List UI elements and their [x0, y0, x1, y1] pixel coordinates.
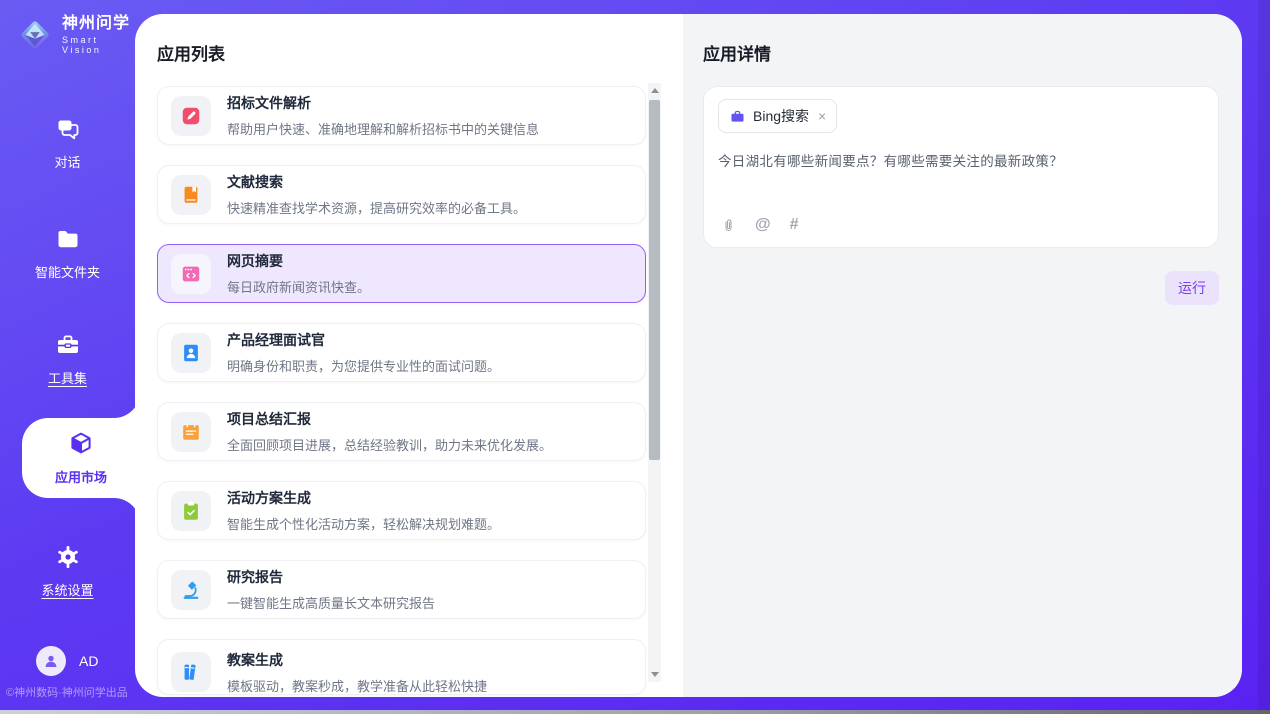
app-name: 研究报告 — [227, 567, 435, 587]
app-description: 帮助用户快速、准确地理解和解析招标书中的关键信息 — [227, 119, 539, 138]
app-icon-tile — [171, 175, 211, 215]
avatar — [36, 646, 66, 676]
app-description: 快速精准查找学术资源，提高研究效率的必备工具。 — [227, 198, 526, 217]
app-list-title: 应用列表 — [157, 40, 683, 65]
sidebar-item-label: 智能文件夹 — [35, 262, 100, 281]
window-right-edge — [1258, 0, 1270, 710]
sidebar-item-settings[interactable]: 系统设置 — [0, 532, 135, 610]
sidebar-item-label: 系统设置 — [41, 580, 93, 599]
clipboard-check-icon — [180, 500, 202, 522]
brand-text: 神州问学 Smart Vision — [62, 15, 135, 55]
app-detail-title: 应用详情 — [703, 40, 1219, 65]
app-card-webpage-summary[interactable]: 网页摘要 每日政府新闻资讯快查。 — [157, 244, 646, 303]
interviewer-icon — [180, 342, 202, 364]
main-content: 应用列表 招标文件解析 帮助用户快速、准确地理解和解析招标书中的关键信息 — [135, 14, 1242, 697]
app-name: 文献搜索 — [227, 172, 526, 192]
app-list-scrollbar[interactable] — [648, 83, 661, 682]
app-description: 每日政府新闻资讯快查。 — [227, 277, 370, 296]
tool-chip-bing-search[interactable]: Bing搜索 × — [718, 99, 837, 133]
app-name: 产品经理面试官 — [227, 330, 500, 350]
sidebar-item-app-market[interactable]: 应用市场 — [22, 418, 140, 498]
app-icon-tile — [171, 412, 211, 452]
window-bottom-edge — [0, 710, 1270, 714]
app-description: 全面回顾项目进展，总结经验教训，助力未来优化发展。 — [227, 435, 552, 454]
app-icon-tile — [171, 96, 211, 136]
app-name: 招标文件解析 — [227, 93, 539, 113]
cube-icon — [67, 430, 95, 458]
gear-icon — [54, 543, 82, 571]
triangle-up-icon — [651, 88, 659, 93]
sidebar-item-toolset[interactable]: 工具集 — [0, 320, 135, 398]
prompt-input-card[interactable]: Bing搜索 × 今日湖北有哪些新闻要点？有哪些需要关注的最新政策？ @ # — [703, 86, 1219, 248]
microscope-icon — [180, 579, 202, 601]
app-card-lesson-plan[interactable]: 教案生成 模板驱动，教案秒成，教学准备从此轻松快捷 — [157, 639, 646, 695]
book-icon — [180, 184, 202, 206]
sidebar: 神州问学 Smart Vision 对话 智能文件夹 工具 — [0, 0, 135, 710]
chat-icon — [54, 115, 82, 143]
app-card-pm-interviewer[interactable]: 产品经理面试官 明确身份和职责，为您提供专业性的面试问题。 — [157, 323, 646, 382]
app-card-literature-search[interactable]: 文献搜索 快速精准查找学术资源，提高研究效率的必备工具。 — [157, 165, 646, 224]
app-window: 神州问学 Smart Vision 对话 智能文件夹 工具 — [0, 0, 1270, 714]
user-account[interactable]: AD — [36, 646, 98, 676]
attachment-toolbar: @ # — [721, 216, 799, 234]
triangle-down-icon — [651, 672, 659, 677]
app-icon-tile — [171, 333, 211, 373]
app-card-event-plan[interactable]: 活动方案生成 智能生成个性化活动方案，轻松解决规划难题。 — [157, 481, 646, 540]
brand-name: 神州问学 — [62, 15, 135, 33]
app-description: 明确身份和职责，为您提供专业性的面试问题。 — [227, 356, 500, 375]
sidebar-item-smart-folder[interactable]: 智能文件夹 — [0, 214, 135, 292]
edit-icon — [180, 105, 202, 127]
paperclip-icon[interactable] — [721, 217, 736, 234]
calendar-icon — [180, 421, 202, 443]
app-card-list: 招标文件解析 帮助用户快速、准确地理解和解析招标书中的关键信息 文献搜索 — [157, 86, 646, 695]
toolbox-icon — [54, 331, 82, 359]
query-text[interactable]: 今日湖北有哪些新闻要点？有哪些需要关注的最新政策？ — [718, 150, 1204, 170]
app-card-project-summary[interactable]: 项目总结汇报 全面回顾项目进展，总结经验教训，助力未来优化发展。 — [157, 402, 646, 461]
app-icon-tile — [171, 491, 211, 531]
person-icon — [42, 652, 60, 670]
app-list-panel: 应用列表 招标文件解析 帮助用户快速、准确地理解和解析招标书中的关键信息 — [135, 14, 683, 697]
app-icon-tile — [171, 570, 211, 610]
books-icon — [180, 661, 202, 683]
app-description: 模板驱动，教案秒成，教学准备从此轻松快捷 — [227, 676, 487, 695]
folder-icon — [54, 225, 82, 253]
sidebar-item-label: 应用市场 — [55, 467, 107, 486]
run-button[interactable]: 运行 — [1165, 271, 1219, 305]
scroll-down-button[interactable] — [648, 667, 661, 682]
app-icon-tile — [171, 254, 211, 294]
scrollbar-thumb[interactable] — [649, 100, 660, 460]
app-description: 一键智能生成高质量长文本研究报告 — [227, 593, 435, 612]
sidebar-item-chat[interactable]: 对话 — [0, 104, 135, 182]
webpage-code-icon — [180, 263, 202, 285]
scroll-up-button[interactable] — [648, 83, 661, 98]
tool-chip-label: Bing搜索 — [753, 106, 809, 126]
briefcase-icon — [729, 108, 746, 125]
app-card-research-report[interactable]: 研究报告 一键智能生成高质量长文本研究报告 — [157, 560, 646, 619]
sidebar-item-label: 对话 — [54, 152, 80, 171]
app-icon-tile — [171, 652, 211, 692]
brand-subtitle: Smart Vision — [62, 35, 135, 55]
app-name: 活动方案生成 — [227, 488, 500, 508]
copyright-footer: ©神州数码·神州问学出品 — [6, 684, 128, 700]
gem-logo-icon — [16, 16, 54, 54]
app-name: 网页摘要 — [227, 251, 370, 271]
topic-icon[interactable]: # — [790, 216, 799, 234]
app-detail-panel: 应用详情 Bing搜索 × 今日湖北有哪些新闻要点？有哪些需要关注的最新政策？ … — [683, 14, 1242, 697]
brand-logo: 神州问学 Smart Vision — [16, 15, 135, 55]
sidebar-item-label: 工具集 — [48, 368, 87, 387]
app-description: 智能生成个性化活动方案，轻松解决规划难题。 — [227, 514, 500, 533]
chip-close-icon[interactable]: × — [818, 109, 826, 123]
app-card-bid-analysis[interactable]: 招标文件解析 帮助用户快速、准确地理解和解析招标书中的关键信息 — [157, 86, 646, 145]
app-name: 项目总结汇报 — [227, 409, 552, 429]
mention-icon[interactable]: @ — [755, 216, 771, 234]
app-name: 教案生成 — [227, 650, 487, 670]
user-initials: AD — [79, 653, 98, 669]
